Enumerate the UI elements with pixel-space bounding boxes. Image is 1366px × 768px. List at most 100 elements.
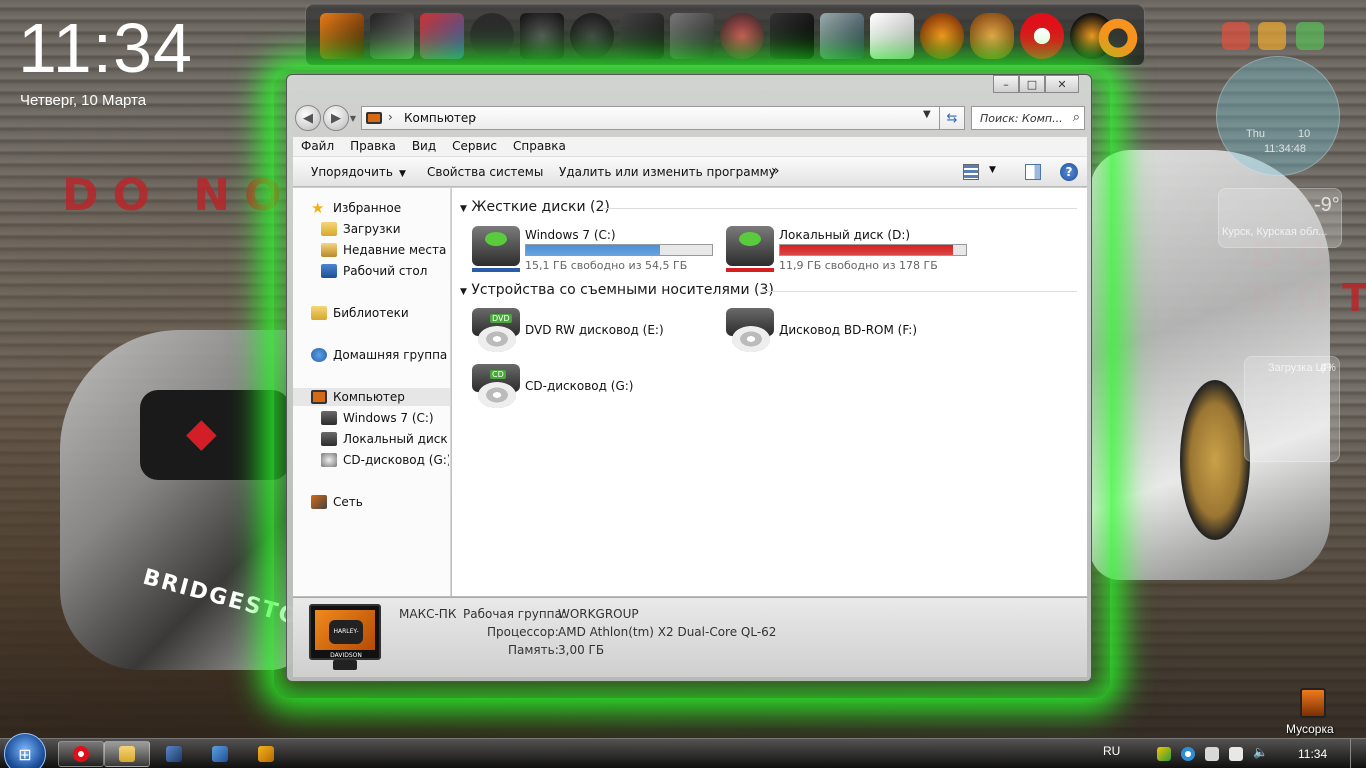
menu-help[interactable]: Справка (505, 137, 574, 156)
language-indicator[interactable]: RU (1103, 744, 1120, 758)
nav-homegroup[interactable]: Домашняя группа (311, 346, 447, 364)
taskbar-opera[interactable] (58, 741, 104, 767)
help-icon[interactable]: ? (1060, 163, 1078, 181)
mitsubishi-logo-icon: ◆ (186, 410, 217, 456)
gamepad-icon[interactable] (520, 13, 564, 59)
recycle-bin-icon[interactable] (1300, 688, 1326, 718)
cd-drive-icon: CD (472, 364, 520, 410)
firefox-icon[interactable] (920, 13, 964, 59)
nav-libraries[interactable]: Библиотеки (311, 304, 409, 322)
harley-monitor-icon[interactable] (320, 13, 364, 59)
uninstall-program-button[interactable]: Удалить или изменить программу (559, 165, 776, 179)
nav-desktop-label: Рабочий стол (343, 264, 428, 278)
quicklaunch-app-icon[interactable] (166, 746, 182, 762)
camcorder-icon[interactable] (770, 13, 814, 59)
forward-button[interactable]: ▶ (323, 105, 349, 131)
close-button[interactable]: ✕ (1045, 75, 1079, 93)
pictures-icon[interactable] (420, 13, 464, 59)
breadcrumb-chevron-icon[interactable]: › (388, 110, 393, 124)
tray-app-icon[interactable] (1157, 747, 1171, 761)
recycle-bin-label[interactable]: Мусорка (1286, 722, 1334, 736)
power-tray-icon[interactable] (1229, 747, 1243, 761)
recent-places-icon (321, 243, 337, 257)
motorola-icon[interactable] (470, 13, 514, 59)
drive-e-item[interactable]: DVD DVD RW дисковод (E:) (472, 308, 722, 358)
fox-icon[interactable] (970, 13, 1014, 59)
weather-temp: -9° (1314, 194, 1340, 216)
nav-drive-c[interactable]: Windows 7 (C:) (321, 409, 449, 427)
photo-camera-icon[interactable] (670, 13, 714, 59)
menu-view[interactable]: Вид (404, 137, 444, 156)
address-dropdown-icon[interactable]: ▼ (923, 109, 931, 120)
system-properties-button[interactable]: Свойства системы (427, 165, 543, 179)
menu-bar: Файл Правка Вид Сервис Справка (293, 137, 1087, 157)
cpu-value: AMD Athlon(tm) X2 Dual-Core QL-62 (558, 625, 777, 639)
chevron-down-icon: ▼ (460, 287, 467, 297)
preview-pane-icon[interactable] (1025, 164, 1041, 180)
network-icon (311, 495, 327, 509)
search-placeholder: Поиск: Комп... (980, 112, 1063, 125)
more-commands-button[interactable]: » (771, 163, 780, 179)
maximize-button[interactable]: □ (1019, 75, 1045, 93)
drive-d-item[interactable]: Локальный диск (D:) 11,9 ГБ свободно из … (726, 226, 976, 276)
drive-c-item[interactable]: Windows 7 (C:) 15,1 ГБ свободно из 54,5 … (472, 226, 722, 276)
quicklaunch-desktop-icon[interactable] (212, 746, 228, 762)
media-player-icon[interactable] (258, 746, 274, 762)
nav-recent[interactable]: Недавние места (321, 241, 446, 259)
address-bar[interactable]: › Компьютер › (361, 106, 965, 130)
menu-file[interactable]: Файл (293, 137, 342, 156)
menu-tools[interactable]: Сервис (444, 137, 505, 156)
nav-drive-c-label: Windows 7 (C:) (343, 411, 434, 425)
hard-drive-icon (321, 432, 337, 446)
documents-icon[interactable] (870, 13, 914, 59)
view-dropdown-icon[interactable]: ▼ (989, 165, 996, 175)
calendar-num: 10 (1298, 128, 1311, 140)
drive-g-item[interactable]: CD CD-дисковод (G:) (472, 364, 722, 414)
ram-value: 3,00 ГБ (558, 643, 605, 657)
change-view-icon[interactable] (963, 164, 979, 180)
organize-button[interactable]: Упорядочить ▼ (311, 165, 406, 179)
drive-c-free: 15,1 ГБ свободно из 54,5 ГБ (525, 259, 688, 272)
history-dropdown-icon[interactable]: ▼ (347, 111, 359, 125)
nav-downloads[interactable]: Загрузки (321, 220, 401, 238)
volume-icon[interactable]: 🔈 (1253, 745, 1268, 759)
start-button[interactable]: ⊞ (4, 733, 46, 768)
menu-edit[interactable]: Правка (342, 137, 404, 156)
minimize-button[interactable]: – (993, 75, 1019, 93)
nav-drive-d[interactable]: Локальный диск (D:) (321, 430, 449, 448)
drive-f-item[interactable]: Дисковод BD-ROM (F:) (726, 308, 976, 358)
search-icon[interactable]: ⌕ (1073, 110, 1080, 125)
folder-dark-icon[interactable] (620, 13, 664, 59)
breadcrumb-computer[interactable]: Компьютер (404, 111, 476, 125)
show-desktop-button[interactable] (1350, 739, 1366, 768)
camera-film-icon[interactable] (370, 13, 414, 59)
star-icon: ★ (311, 199, 325, 217)
sleep-gadget-icon[interactable] (1258, 22, 1286, 50)
nav-drive-g[interactable]: CD-дисковод (G:) (321, 451, 449, 469)
breadcrumb-chevron-icon[interactable]: › (472, 110, 477, 124)
nav-network[interactable]: Сеть (311, 493, 363, 511)
taskbar-explorer[interactable] (104, 741, 150, 767)
search-input[interactable]: Поиск: Комп... ⌕ (971, 106, 1085, 130)
restart-gadget-icon[interactable] (1296, 22, 1324, 50)
nav-computer[interactable]: Компьютер (293, 388, 450, 406)
refresh-button[interactable]: ⇆ (939, 106, 965, 130)
nav-drive-g-label: CD-дисковод (G:) (343, 453, 449, 467)
tray-update-icon[interactable] (1181, 747, 1195, 761)
content-pane: ▼ Жесткие диски (2) Windows 7 (C:) 15,1 … (452, 188, 1087, 596)
taskbar-clock[interactable]: 11:34 (1298, 747, 1327, 761)
group-hard-disks[interactable]: ▼ Жесткие диски (2) (460, 199, 610, 215)
gear-icon[interactable] (1096, 15, 1140, 61)
helmet-icon[interactable] (570, 13, 614, 59)
cpu-value: 4% (1320, 362, 1336, 374)
group-removable[interactable]: ▼ Устройства со съемными носителями (3) (460, 282, 774, 298)
nav-desktop[interactable]: Рабочий стол (321, 262, 427, 280)
power-gadget-icon[interactable] (1222, 22, 1250, 50)
nav-favorites[interactable]: ★ Избранное (311, 199, 401, 217)
network-tray-icon[interactable] (1205, 747, 1219, 761)
opera-icon[interactable] (1020, 13, 1064, 59)
back-button[interactable]: ◀ (295, 105, 321, 131)
speaker-icon[interactable] (720, 13, 764, 59)
notebook-icon[interactable] (820, 13, 864, 59)
weather-city: Курск, Курская обл... (1222, 226, 1328, 238)
